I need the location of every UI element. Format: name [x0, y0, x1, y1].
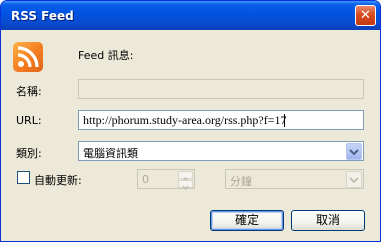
title-bar[interactable]: RSS Feed ✕ — [1, 1, 380, 30]
interval-unit-dropdown-button[interactable] — [346, 171, 362, 188]
interval-spinner[interactable] — [178, 171, 193, 191]
url-input[interactable]: http://phorum.study-area.org/rss.php?f=1… — [78, 110, 364, 130]
rss-icon — [13, 42, 43, 72]
rss-feed-dialog: RSS Feed ✕ Feed 訊息: 名稱: URL: http://phor… — [0, 0, 381, 242]
chevron-down-icon — [349, 177, 359, 184]
interval-stepper[interactable]: 0 — [137, 169, 195, 191]
feed-info-label: Feed 訊息: — [78, 49, 134, 62]
url-value: http://phorum.study-area.org/rss.php?f=1… — [83, 113, 287, 127]
name-field[interactable] — [78, 79, 364, 99]
url-label: URL: — [16, 114, 42, 127]
close-icon: ✕ — [360, 8, 371, 23]
auto-update-label: 自動更新: — [34, 174, 82, 187]
text-caret — [284, 114, 285, 127]
dialog-title: RSS Feed — [11, 9, 74, 23]
ok-button[interactable]: 確定 — [210, 210, 284, 231]
category-dropdown-button[interactable] — [346, 143, 362, 160]
spin-down-icon[interactable] — [178, 180, 193, 191]
category-select[interactable]: 電腦資訊類 — [78, 141, 364, 161]
interval-value: 0 — [142, 173, 149, 186]
interval-unit-select[interactable]: 分鐘 — [225, 169, 364, 189]
category-label: 類別: — [16, 147, 42, 160]
spin-up-icon[interactable] — [178, 171, 193, 182]
category-value: 電腦資訊類 — [83, 147, 138, 160]
auto-update-checkbox[interactable] — [17, 171, 30, 184]
close-button[interactable]: ✕ — [355, 5, 376, 26]
name-label: 名稱: — [16, 85, 42, 98]
chevron-down-icon — [349, 149, 359, 156]
interval-unit-value: 分鐘 — [230, 175, 252, 188]
cancel-button[interactable]: 取消 — [291, 210, 365, 231]
